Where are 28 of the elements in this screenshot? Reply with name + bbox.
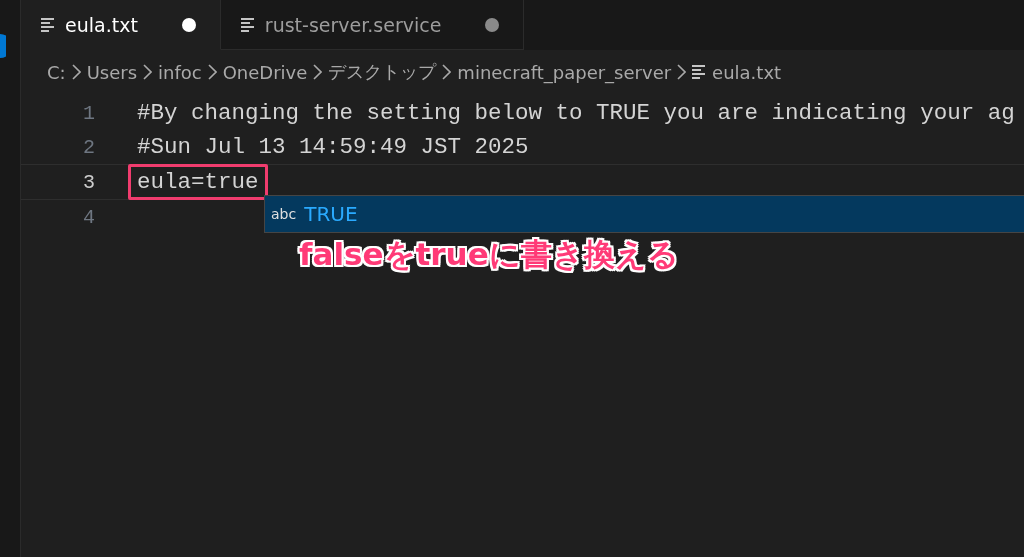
chevron-right-icon [71, 64, 81, 80]
file-lines-icon [692, 64, 707, 80]
breadcrumb-item[interactable]: infoc [158, 61, 202, 83]
chevron-right-icon [143, 64, 153, 80]
breadcrumb-item[interactable]: OneDrive [222, 61, 308, 83]
line-number: 3 [82, 170, 96, 194]
file-lines-icon [240, 16, 255, 33]
suggestion-label: TRUE [304, 202, 358, 226]
line-number: 4 [82, 205, 96, 229]
code-line: #Sun Jul 13 14:59:49 JST 2025 [136, 133, 530, 162]
chevron-right-icon [207, 64, 217, 80]
annotation-text: falseをtrueに書き換える [299, 235, 679, 274]
file-lines-icon [41, 16, 55, 33]
breadcrumb-item[interactable]: Users [86, 61, 138, 83]
editor-tab[interactable]: rust-server.service [220, 0, 525, 50]
breadcrumb-item[interactable]: C: [47, 61, 66, 83]
text-kind-icon: abc [271, 206, 297, 222]
suggestion-item[interactable]: abc TRUE [264, 195, 1024, 233]
code-line: #By changing the setting below to TRUE you are indicating your ag [136, 99, 1016, 128]
line-number: 2 [82, 135, 96, 159]
chevron-right-icon [313, 64, 323, 80]
line-number: 1 [82, 101, 96, 125]
breadcrumb-item[interactable]: eula.txt [712, 61, 782, 83]
breadcrumb-item[interactable]: デスクトップ [328, 60, 437, 84]
editor-tab[interactable]: eula.txt [21, 0, 221, 50]
chevron-right-icon [442, 64, 452, 80]
breadcrumb-item[interactable]: minecraft_paper_server [457, 61, 672, 83]
chevron-right-icon [677, 64, 687, 80]
